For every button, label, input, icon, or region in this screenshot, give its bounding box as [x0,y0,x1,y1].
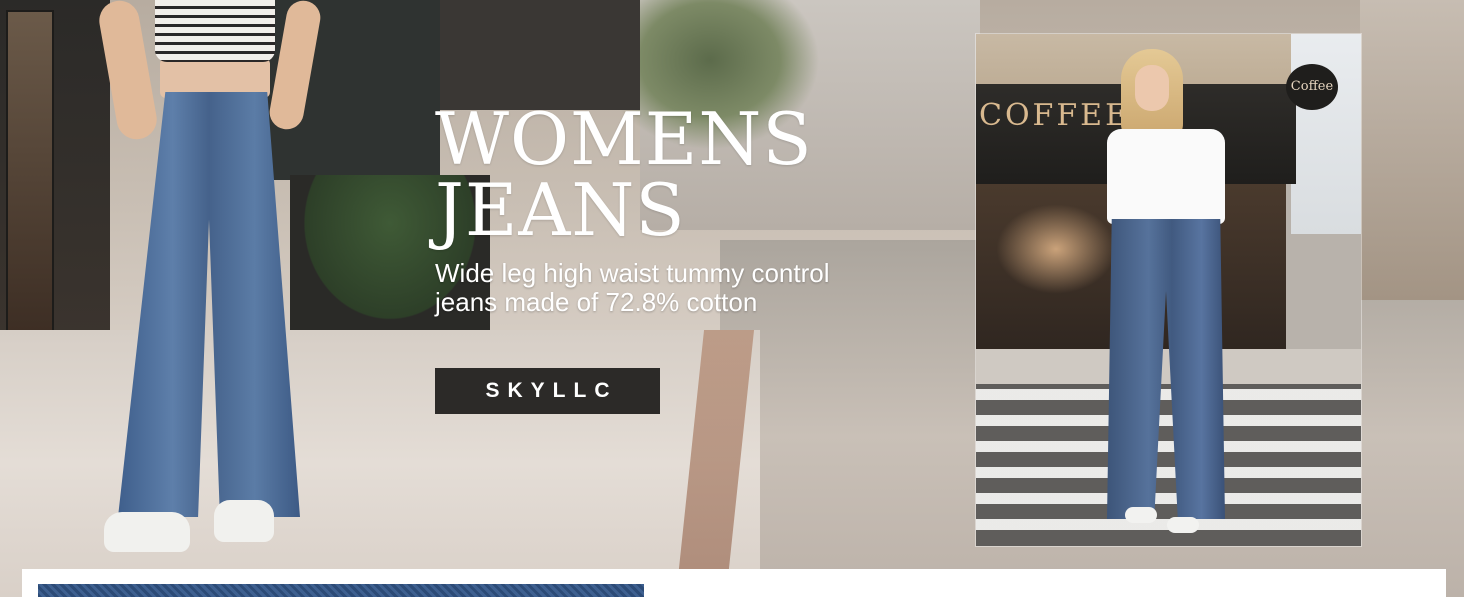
cafe-lights [996,204,1116,294]
left-shop-entrance [0,0,110,345]
wide-leg-jeans [118,92,300,517]
model-wearing-jeans-image [96,0,324,560]
coffee-hanging-sign: Coffee [1286,64,1338,110]
product-banner: WOMENS JEANS Wide leg high waist tummy c… [0,0,1464,597]
white-sneaker-left [104,512,190,552]
model-face [1135,65,1169,111]
brand-button[interactable]: SKYLLC [435,368,660,414]
striped-crop-top [155,0,275,62]
photo-sky [1291,34,1361,234]
sneaker-left [1125,507,1157,523]
banner-headline: WOMENS JEANS [435,97,813,252]
wide-leg-jeans-inset [1107,219,1225,519]
denim-texture-image [38,584,644,597]
white-tshirt [1107,129,1225,224]
subhead-line-2: jeans made of 72.8% cotton [435,287,758,317]
model-arm-left [96,0,160,143]
subhead-line-1: Wide leg high waist tummy control [435,258,830,288]
white-sneaker-right [214,500,274,542]
model-photo-inset: COFFEE Coffee [976,34,1361,546]
right-building [1360,0,1464,300]
shop-window [6,10,54,334]
standing-model [1101,49,1241,533]
sneaker-right [1167,517,1199,533]
headline-line-2: JEANS [435,168,686,252]
headline-line-1: WOMENS [435,97,813,181]
banner-subheading: Wide leg high waist tummy control jeans … [435,259,905,317]
